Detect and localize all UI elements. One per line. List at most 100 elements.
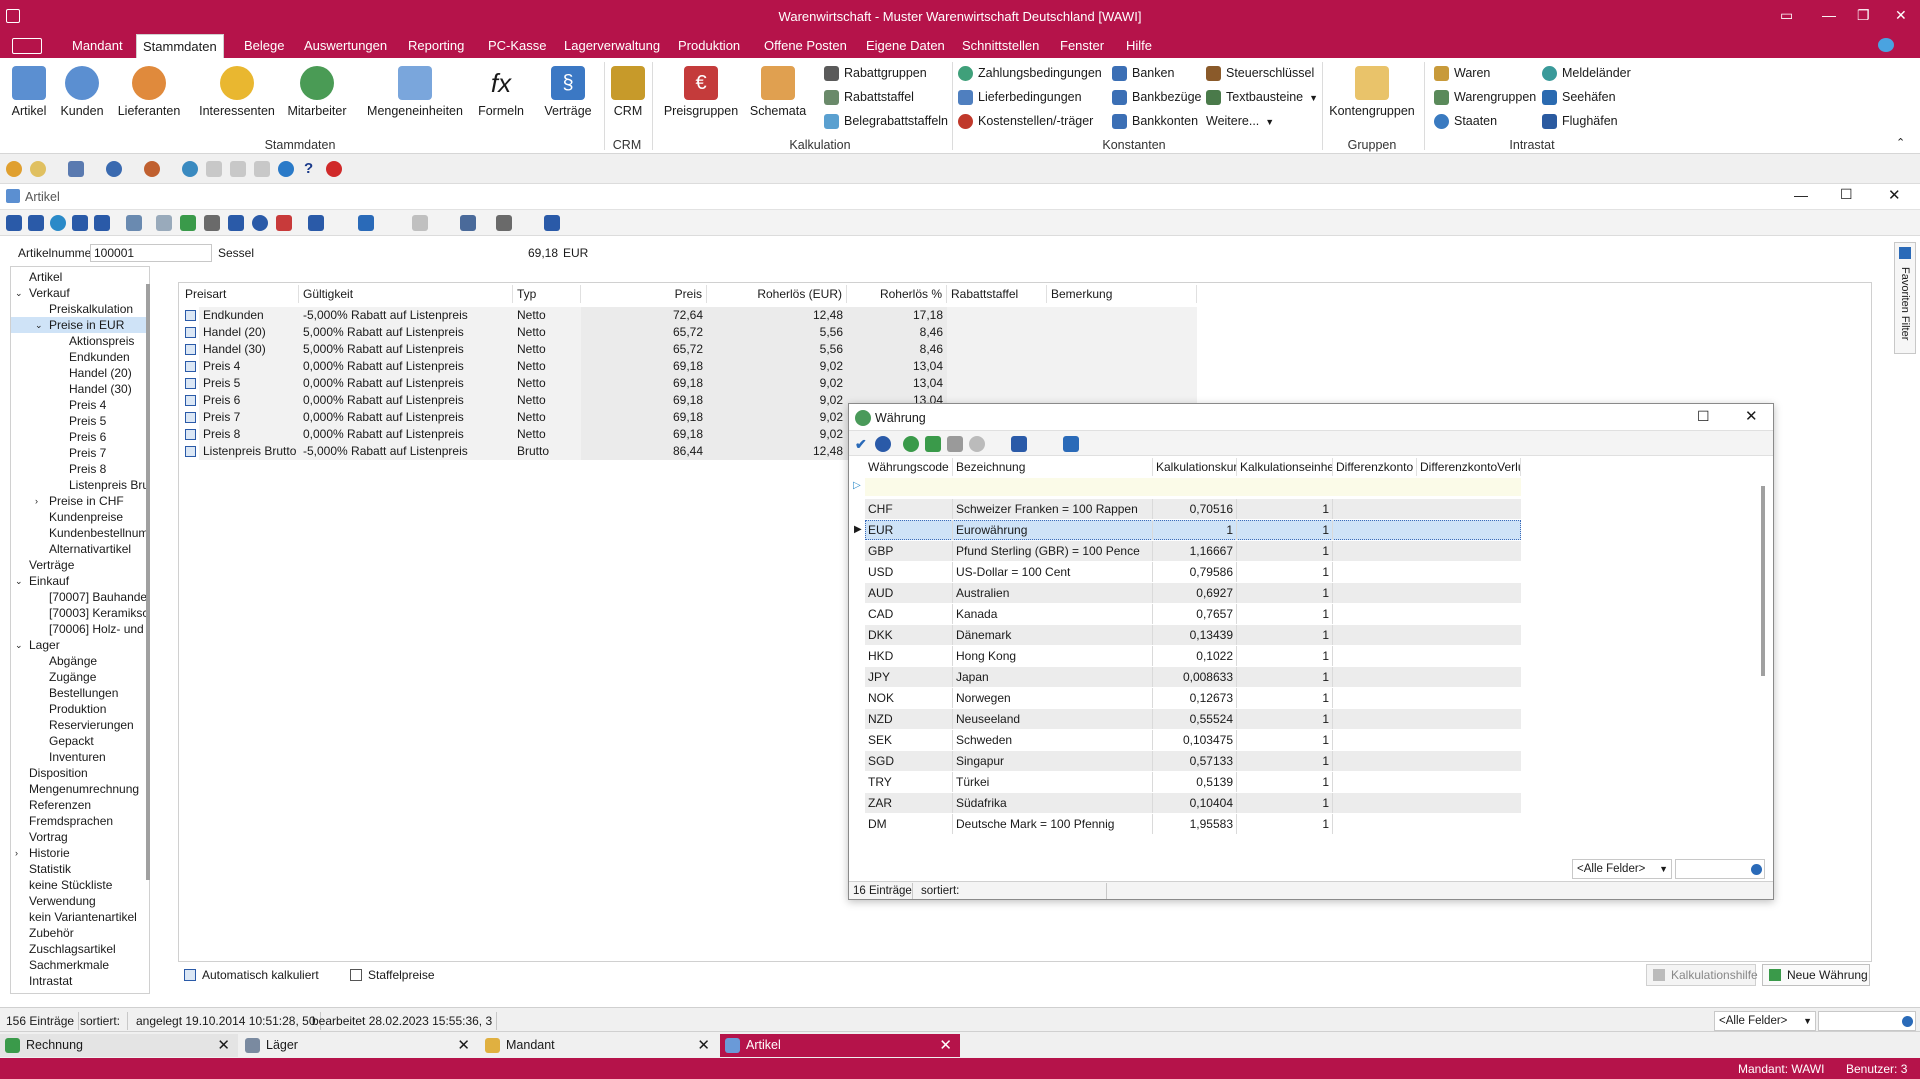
menu-reporting[interactable]: Reporting <box>402 34 470 58</box>
menu-belege[interactable]: Belege <box>238 34 290 58</box>
maximize-button[interactable]: ☐ <box>1697 408 1710 425</box>
tree-item[interactable]: Statistik <box>29 861 71 877</box>
menu-stammdaten[interactable]: Stammdaten <box>136 34 224 58</box>
chevron-down-icon[interactable]: ⌄ <box>15 637 23 653</box>
tree-item[interactable]: Zugänge <box>49 669 96 685</box>
restore-down-icon[interactable]: ▭ <box>1780 7 1793 24</box>
menu-pc-kasse[interactable]: PC-Kasse <box>482 34 553 58</box>
undo-icon[interactable] <box>252 215 268 231</box>
currency-column-header[interactable]: Differenzkonto <box>1333 458 1417 476</box>
textbausteine-button[interactable]: Textbausteine ▼ <box>1206 87 1318 107</box>
tree-item[interactable]: [70007] Bauhande <box>49 589 147 605</box>
checkmark-icon[interactable]: ✔ <box>855 436 867 453</box>
reload-icon[interactable] <box>156 215 172 231</box>
tree-scrollbar[interactable] <box>146 284 150 880</box>
undo-icon[interactable] <box>875 436 891 452</box>
chevron-down-icon[interactable]: ⌄ <box>15 573 23 589</box>
supplier-icon[interactable] <box>144 161 160 177</box>
rabattstaffel-button[interactable]: Rabattstaffel <box>824 87 914 107</box>
tree-item[interactable]: ⌄ Verkauf <box>15 285 70 301</box>
refresh-icon[interactable] <box>50 215 66 231</box>
task-artikel[interactable]: Artikel ✕ <box>720 1034 960 1057</box>
document-icon[interactable] <box>460 215 476 231</box>
staffelpreise-checkbox[interactable]: Staffelpreise <box>350 968 435 982</box>
kontengruppen-button[interactable]: Kontengruppen <box>1328 66 1416 118</box>
zahlungsbedingungen-button[interactable]: Zahlungsbedingungen <box>958 63 1102 83</box>
save-icon[interactable] <box>228 215 244 231</box>
close-icon[interactable]: ✕ <box>697 1034 710 1057</box>
tree-item[interactable]: [70006] Holz- und <box>49 621 144 637</box>
chevron-down-icon[interactable]: ⌄ <box>15 285 23 301</box>
pin-icon[interactable] <box>1011 436 1027 452</box>
belegrabattstaffeln-button[interactable]: Belegrabattstaffeln <box>824 111 948 131</box>
favoriten-filter-tab[interactable]: Favoriten Filter <box>1894 242 1916 354</box>
price-column-header[interactable]: Roherlös % <box>847 285 947 303</box>
price-column-header[interactable]: Gültigkeit <box>299 285 513 303</box>
seehaefen-button[interactable]: Seehäfen <box>1542 87 1616 107</box>
tree-item[interactable]: Intrastat <box>29 973 72 989</box>
info-icon[interactable] <box>969 436 985 452</box>
price-column-header[interactable]: Typ <box>513 285 581 303</box>
minimize-button[interactable]: — <box>1794 187 1808 203</box>
tree-item[interactable]: ⌄ Einkauf <box>15 573 69 589</box>
interessenten-button[interactable]: Interessenten <box>198 66 276 118</box>
lieferanten-button[interactable]: Lieferanten <box>116 66 182 118</box>
grid-view-icon[interactable] <box>947 436 963 452</box>
help-chat-icon[interactable] <box>1878 38 1894 52</box>
refresh-icon[interactable] <box>903 436 919 452</box>
tree-item[interactable]: › Historie <box>15 845 70 861</box>
tree-item[interactable]: Fremdsprachen <box>29 813 113 829</box>
mitarbeiter-button[interactable]: Mitarbeiter <box>284 66 350 118</box>
tree-item[interactable]: Preis 5 <box>69 413 106 429</box>
new-record-icon[interactable] <box>925 436 941 452</box>
first-record-icon[interactable] <box>6 215 22 231</box>
minimize-button[interactable]: — <box>1822 7 1836 23</box>
last-record-icon[interactable] <box>94 215 110 231</box>
previous-record-icon[interactable] <box>28 215 44 231</box>
copy-icon[interactable] <box>204 215 220 231</box>
sort-icon[interactable] <box>412 215 428 231</box>
close-icon[interactable]: ✕ <box>217 1034 230 1057</box>
tree-item[interactable]: kein Variantenartikel <box>29 909 137 925</box>
mail-icon[interactable] <box>254 161 270 177</box>
flughaefen-button[interactable]: Flughäfen <box>1542 111 1618 131</box>
tree-item[interactable]: [70003] Keramiksc <box>49 605 148 621</box>
price-column-header[interactable]: Preisart <box>181 285 299 303</box>
price-column-header[interactable]: Rabattstaffel <box>947 285 1047 303</box>
bankbezuege-button[interactable]: Bankbezüge <box>1112 87 1202 107</box>
calculator-icon[interactable] <box>544 215 560 231</box>
kalkulationshilfe-button[interactable]: Kalkulationshilfe <box>1646 964 1758 986</box>
menu-schnittstellen[interactable]: Schnittstellen <box>956 34 1045 58</box>
menu-hilfe[interactable]: Hilfe <box>1120 34 1158 58</box>
tree-item[interactable]: Preiskalkulation <box>49 301 133 317</box>
menu-auswertungen[interactable]: Auswertungen <box>298 34 393 58</box>
tree-item[interactable]: Alternativartikel <box>49 541 131 557</box>
stop-icon[interactable] <box>326 161 342 177</box>
tree-item[interactable]: Verträge <box>29 557 74 573</box>
currency-column-header[interactable]: DifferenzkontoVerlust <box>1417 458 1521 476</box>
tree-item[interactable]: Mengenumrechnung <box>29 781 139 797</box>
tree-item[interactable]: Preis 4 <box>69 397 106 413</box>
menu-offene-posten[interactable]: Offene Posten <box>758 34 853 58</box>
currency-column-header[interactable]: Kalkulationseinheit <box>1237 458 1333 476</box>
tree-item[interactable]: Endkunden <box>69 349 130 365</box>
task-mandant[interactable]: Mandant ✕ <box>480 1034 718 1057</box>
tree-item[interactable]: Vortrag <box>29 829 68 845</box>
tree-item[interactable]: Preis 6 <box>69 429 106 445</box>
automatisch-kalkuliert-checkbox[interactable]: Automatisch kalkuliert <box>184 968 319 982</box>
export-icon[interactable] <box>230 161 246 177</box>
currency-column-header[interactable]: Währungscode <box>865 458 953 476</box>
warengruppen-button[interactable]: Warengruppen <box>1434 87 1536 107</box>
staaten-button[interactable]: Staaten <box>1434 111 1497 131</box>
menu-produktion[interactable]: Produktion <box>672 34 746 58</box>
pin-icon[interactable] <box>308 215 324 231</box>
new-record-icon[interactable] <box>180 215 196 231</box>
lightbulb-icon[interactable] <box>6 161 22 177</box>
chevron-right-icon[interactable]: › <box>35 493 38 509</box>
tree-item[interactable]: Referenzen <box>29 797 91 813</box>
currency-column-header[interactable]: Kalkulationskurs <box>1153 458 1237 476</box>
maximize-button[interactable]: ☐ <box>1840 186 1853 203</box>
price-column-header[interactable]: Roherlös (EUR) <box>707 285 847 303</box>
network-icon[interactable] <box>68 161 84 177</box>
kostenstellen-button[interactable]: Kostenstellen/-träger <box>958 111 1093 131</box>
